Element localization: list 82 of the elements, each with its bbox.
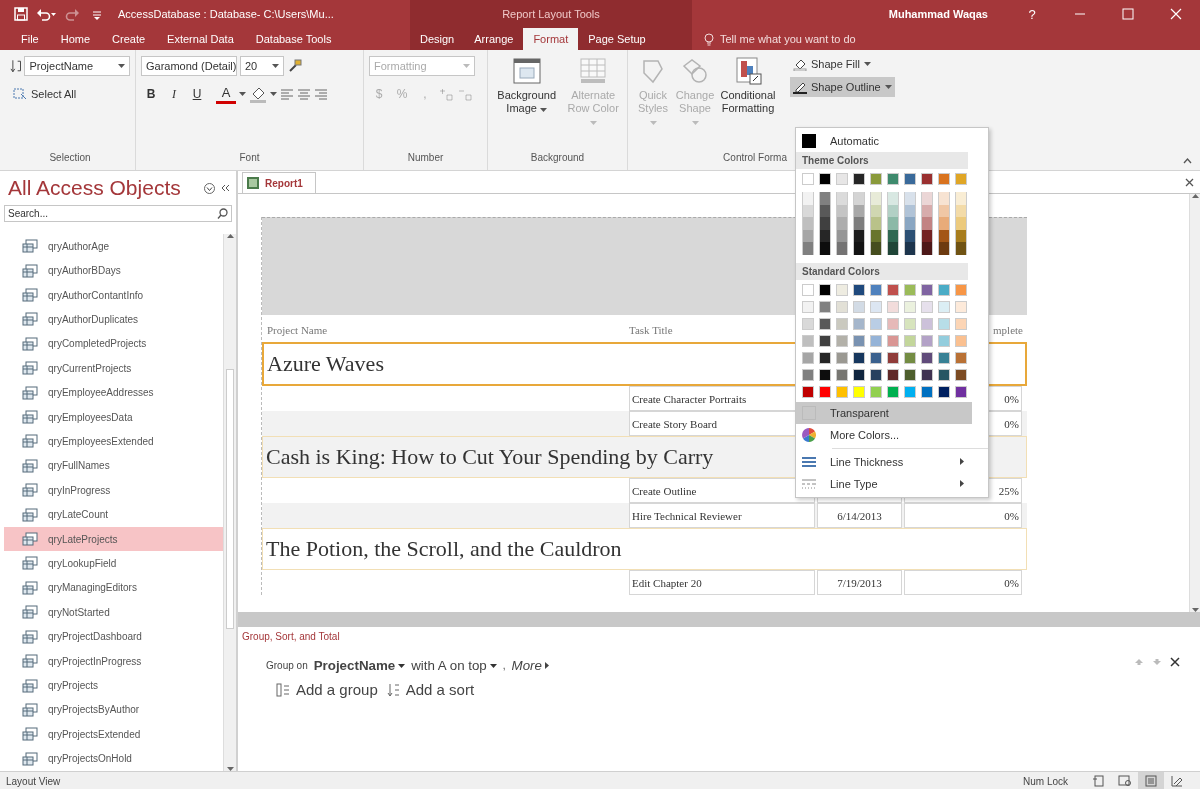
ribbon-tab[interactable]: Page Setup <box>578 28 656 50</box>
navigation-item[interactable]: qryProjectDashboard <box>4 624 223 649</box>
field-dropdown[interactable]: ProjectName <box>313 658 406 673</box>
navigation-item[interactable]: qryProjectsByAuthor <box>4 697 223 723</box>
navigation-item[interactable]: qryEmployeesData <box>4 404 223 430</box>
navigation-item[interactable]: qryFullNames <box>4 453 223 479</box>
percent-cell: 0% <box>904 503 1022 528</box>
task-title-cell: Hire Technical Reviewer <box>629 503 815 528</box>
underline-button[interactable]: U <box>187 84 207 104</box>
bold-button[interactable]: B <box>141 84 161 104</box>
ribbon-tab[interactable]: Database Tools <box>244 28 343 50</box>
date-cell: 6/14/2013 <box>817 503 902 528</box>
ribbon-tab[interactable]: File <box>10 28 50 50</box>
group-label: Number <box>406 152 445 165</box>
ribbon-tab[interactable]: Home <box>49 28 102 50</box>
navigation-item[interactable]: qryAuthorContantInfo <box>4 282 223 308</box>
shape-fill-button[interactable]: Shape Fill <box>790 54 895 74</box>
navigation-item[interactable]: qryProjects <box>4 673 223 698</box>
section-header: Standard Colors <box>796 262 968 280</box>
group-label: Control Forma <box>722 152 788 165</box>
navigation-item[interactable]: qryInProgress <box>4 478 223 503</box>
pane-title: All Access Objects <box>8 176 182 200</box>
window-title: AccessDatabase : Database- C:\Users\Mu... <box>118 8 334 20</box>
navigation-item[interactable]: qryAuthorDuplicates <box>4 307 223 332</box>
group-label: Selection <box>48 152 92 165</box>
ribbon-tab[interactable]: Create <box>101 28 157 50</box>
column-header: Task Title <box>629 324 674 336</box>
column-header: Project Name <box>266 324 329 336</box>
ribbon-button[interactable]: Background Image <box>493 56 561 152</box>
navigation-item[interactable]: qryAuthorBDays <box>4 258 223 283</box>
column-header: mplete <box>992 324 1024 336</box>
italic-button[interactable]: I <box>164 84 184 104</box>
ribbon-button[interactable]: Conditional Formatting <box>717 56 779 152</box>
num-lock-indicator: Num Lock <box>1023 775 1068 787</box>
pane-title: Group, Sort, and Total <box>241 630 341 644</box>
add-group-button[interactable]: Add a group <box>276 681 378 698</box>
navigation-item[interactable]: qryLateCount <box>4 502 223 527</box>
status-text: Layout View <box>6 775 61 787</box>
navigation-item[interactable]: qryCompletedProjects <box>4 331 223 357</box>
order-dropdown[interactable]: with A on top <box>411 658 497 673</box>
navigation-item[interactable]: qryNotStarted <box>4 600 223 625</box>
automatic-option[interactable]: Automatic <box>796 130 988 152</box>
document-tab[interactable]: Report1 <box>242 172 316 193</box>
search-field[interactable]: Search... <box>4 205 232 222</box>
project-name-field[interactable]: The Potion, the Scroll, and the Cauldron <box>262 528 1027 570</box>
context-label: Report Layout Tools <box>502 8 600 20</box>
select-all-button[interactable]: Select All <box>10 84 130 104</box>
task-title-cell: Create Outline <box>629 478 815 503</box>
line-thickness-option[interactable]: Line Thickness <box>796 450 988 473</box>
section-header: Theme Colors <box>796 152 968 169</box>
group-on-label: Group on <box>266 660 308 671</box>
navigation-item[interactable]: qryEmployeeAddresses <box>4 380 223 405</box>
add-sort-button[interactable]: Add a sort <box>385 681 475 698</box>
navigation-item[interactable]: qryLateProjects <box>4 526 223 552</box>
field-dropdown[interactable]: ProjectName <box>24 56 130 76</box>
navigation-item[interactable]: qryAuthorAge <box>4 234 223 259</box>
task-title-cell: Edit Chapter 20 <box>629 570 815 595</box>
font-dropdown[interactable]: Garamond (Detail) <box>141 56 237 76</box>
group-label: Font <box>238 152 261 165</box>
percent-cell: 0% <box>904 570 1022 595</box>
tell-me-field[interactable]: Tell me what you want to do <box>720 33 856 45</box>
help-button[interactable]: ? <box>1008 0 1056 28</box>
navigation-item[interactable]: qryCurrentProjects <box>4 356 223 381</box>
separator-text: , <box>502 660 506 671</box>
user-name: Muhammad Waqas <box>888 8 988 20</box>
transparent-option[interactable]: Transparent <box>796 401 972 424</box>
ribbon-tab[interactable]: Design <box>410 28 465 50</box>
navigation-item[interactable]: qryLookupField <box>4 551 223 576</box>
ribbon-tab[interactable]: Format <box>523 28 579 50</box>
navigation-item[interactable]: qryProjectInProgress <box>4 648 223 674</box>
navigation-item[interactable]: qryEmployeesExtended <box>4 429 223 454</box>
font-color-button[interactable]: A <box>216 84 236 104</box>
navigation-item[interactable]: qryManagingEditors <box>4 575 223 601</box>
font-size-dropdown[interactable]: 20 <box>240 56 284 76</box>
navigation-item[interactable]: qryProjectsExtended <box>4 722 223 747</box>
navigation-item[interactable]: qryProjectsOnHold <box>4 746 223 771</box>
date-cell: 7/19/2013 <box>817 570 902 595</box>
group-label: Background <box>529 152 586 165</box>
ribbon-tab[interactable]: External Data <box>156 28 245 50</box>
ribbon-tab[interactable]: Arrange <box>464 28 524 50</box>
shape-outline-button[interactable]: Shape Outline <box>790 77 895 97</box>
more-link[interactable]: More <box>511 658 549 673</box>
